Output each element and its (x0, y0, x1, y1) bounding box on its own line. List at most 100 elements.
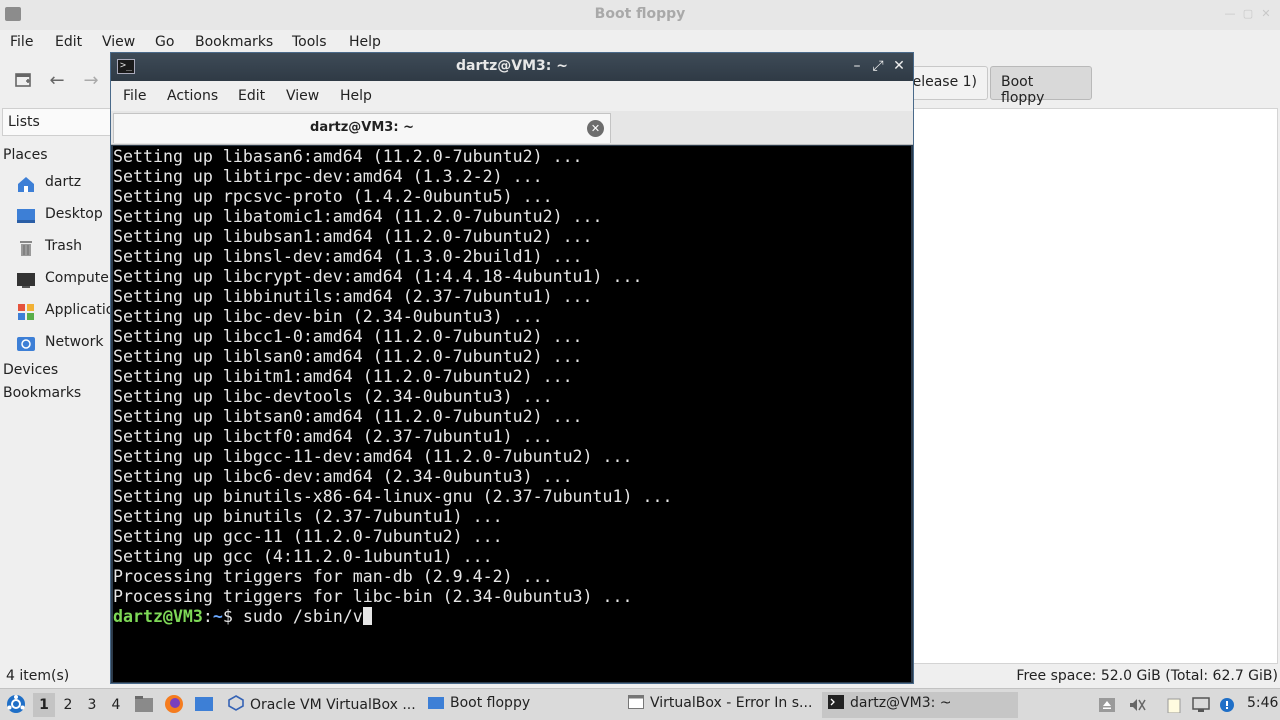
terminal-line: Setting up gcc-11 (11.2.0-7ubuntu2) ... (113, 527, 503, 546)
terminal-line: Setting up libtirpc-dev:amd64 (1.3.2-2) … (113, 167, 543, 186)
sidebar-item-label: Trash (45, 238, 82, 254)
terminal-titlebar[interactable]: >_ dartz@VM3: ~ – ⤢ ✕ (111, 53, 913, 81)
menu-file[interactable]: File (123, 88, 146, 104)
task-virtualbox[interactable]: Oracle VM VirtualBox ... (222, 692, 418, 718)
maximize-icon[interactable]: ⤢ (870, 57, 886, 75)
maximize-icon[interactable]: ▢ (1242, 8, 1254, 20)
free-space: Free space: 52.0 GiB (Total: 62.7 GiB) (1016, 668, 1278, 684)
back-icon[interactable]: ← (47, 71, 67, 91)
computer-icon (16, 271, 36, 289)
terminal-menu-bar: File Actions Edit View Help (111, 81, 913, 111)
menu-help[interactable]: Help (349, 34, 381, 50)
menu-actions[interactable]: Actions (167, 88, 218, 104)
menu-bookmarks[interactable]: Bookmarks (195, 34, 273, 50)
network-icon (16, 335, 36, 353)
file-list-pane[interactable] (912, 108, 1278, 664)
sidebar-item-home[interactable]: dartz (16, 173, 112, 195)
workspace-4[interactable]: 4 (105, 693, 127, 717)
tab-terminal[interactable]: dartz@VM3: ~ ✕ (113, 113, 611, 143)
sidebar-item-desktop[interactable]: Desktop (16, 205, 112, 227)
desktop-icon (16, 207, 36, 225)
task-terminal[interactable]: dartz@VM3: ~ (822, 692, 1018, 718)
terminal-line: Setting up libitm1:amd64 (11.2.0-7ubuntu… (113, 367, 573, 386)
terminal-line: Setting up libgcc-11-dev:amd64 (11.2.0-7… (113, 447, 633, 466)
sidebar: Lists Places dartz Desktop Trash Compute… (0, 108, 112, 664)
menu-edit[interactable]: Edit (238, 88, 265, 104)
terminal-line: Setting up libc-dev-bin (2.34-0ubuntu3) … (113, 307, 543, 326)
sidebar-item-label: dartz (45, 174, 82, 190)
virtualbox-icon (228, 695, 244, 711)
sidebar-item-label: Computer (45, 270, 112, 286)
terminal-line: Setting up libubsan1:amd64 (11.2.0-7ubun… (113, 227, 593, 246)
task-boot-floppy[interactable]: Boot floppy (422, 692, 618, 718)
terminal-line: Setting up libctf0:amd64 (2.37-7ubuntu1)… (113, 427, 553, 446)
eject-icon[interactable] (1098, 697, 1116, 713)
file-manager-titlebar[interactable]: Boot floppy — ▢ ✕ (0, 0, 1280, 30)
firefox-icon[interactable] (164, 694, 184, 718)
workspace-3[interactable]: 3 (81, 693, 103, 717)
tab-label: dartz@VM3: ~ (310, 120, 414, 135)
minimize-icon[interactable]: — (1224, 8, 1236, 20)
sidebar-item-network[interactable]: Network (16, 333, 112, 355)
terminal-line: Setting up libnsl-dev:amd64 (1.3.0-2buil… (113, 247, 583, 266)
bookmarks-heading[interactable]: Bookmarks (3, 385, 81, 401)
close-icon[interactable]: ✕ (1260, 8, 1272, 20)
start-menu-icon[interactable] (6, 694, 26, 718)
new-window-icon[interactable] (13, 71, 33, 91)
terminal-line: Setting up libcc1-0:amd64 (11.2.0-7ubunt… (113, 327, 583, 346)
workspace-1[interactable]: 1 (33, 693, 55, 717)
terminal-line: Setting up libcrypt-dev:amd64 (1:4.4.18-… (113, 267, 643, 286)
terminal-window-title: dartz@VM3: ~ (456, 58, 568, 74)
sidebar-mode-select[interactable]: Lists (2, 108, 112, 136)
task-label: Boot floppy (450, 695, 531, 711)
terminal-line: Setting up gcc (4:11.2.0-1ubuntu1) ... (113, 547, 493, 566)
update-notification-icon[interactable] (1218, 697, 1236, 713)
network-tray-icon[interactable] (1192, 697, 1210, 713)
task-label: VirtualBox - Error In s... (650, 695, 813, 711)
terminal-line: Processing triggers for man-db (2.9.4-2)… (113, 567, 553, 586)
applications-icon (16, 303, 36, 321)
menu-view[interactable]: View (102, 34, 135, 50)
sidebar-item-trash[interactable]: Trash (16, 237, 112, 259)
menu-go[interactable]: Go (155, 34, 174, 50)
menu-tools[interactable]: Tools (292, 34, 327, 50)
task-virtualbox-error[interactable]: VirtualBox - Error In s... (622, 692, 818, 718)
menu-edit[interactable]: Edit (55, 34, 82, 50)
terminal-line: Processing triggers for libc-bin (2.34-0… (113, 587, 633, 606)
terminal-line: Setting up libc-devtools (2.34-0ubuntu3)… (113, 387, 553, 406)
terminal-line: Setting up liblsan0:amd64 (11.2.0-7ubunt… (113, 347, 583, 366)
terminal-icon (828, 695, 844, 709)
window-icon (628, 695, 644, 709)
task-label: Oracle VM VirtualBox ... (250, 697, 416, 713)
clipboard-icon[interactable] (1165, 697, 1183, 714)
show-desktop-icon[interactable] (194, 695, 214, 717)
prompt-symbol: $ (222, 607, 243, 626)
home-icon (16, 175, 36, 193)
volume-muted-icon[interactable] (1128, 697, 1146, 713)
terminal-tab-bar: dartz@VM3: ~ ✕ (111, 111, 913, 145)
file-manager-launcher-icon[interactable] (134, 695, 154, 717)
sidebar-item-applications[interactable]: Applications (16, 301, 112, 323)
sidebar-item-computer[interactable]: Computer (16, 269, 112, 291)
menu-help[interactable]: Help (340, 88, 372, 104)
terminal-line: Setting up libasan6:amd64 (11.2.0-7ubunt… (113, 147, 583, 166)
text-cursor (362, 607, 372, 625)
tab-boot-floppy[interactable]: Boot floppy (990, 66, 1092, 106)
sidebar-item-label: Desktop (45, 206, 103, 222)
prompt-line[interactable]: dartz@VM3:~$ sudo /sbin/v (113, 607, 911, 627)
terminal-line: Setting up libtsan0:amd64 (11.2.0-7ubunt… (113, 407, 583, 426)
menu-view[interactable]: View (286, 88, 319, 104)
close-icon[interactable]: ✕ (891, 57, 907, 75)
menu-file[interactable]: File (10, 34, 33, 50)
task-label: dartz@VM3: ~ (850, 695, 952, 711)
workspace-2[interactable]: 2 (57, 693, 79, 717)
devices-heading[interactable]: Devices (3, 362, 58, 378)
terminal-line: Setting up libbinutils:amd64 (2.37-7ubun… (113, 287, 593, 306)
window-title: Boot floppy (594, 6, 686, 22)
forward-icon[interactable]: → (81, 71, 101, 91)
minimize-icon[interactable]: – (849, 57, 865, 75)
terminal-output[interactable]: Setting up libasan6:amd64 (11.2.0-7ubunt… (113, 146, 911, 682)
clock[interactable]: 5:46 (1247, 695, 1278, 711)
command-input[interactable]: sudo /sbin/v (243, 607, 363, 626)
close-tab-icon[interactable]: ✕ (587, 120, 604, 137)
